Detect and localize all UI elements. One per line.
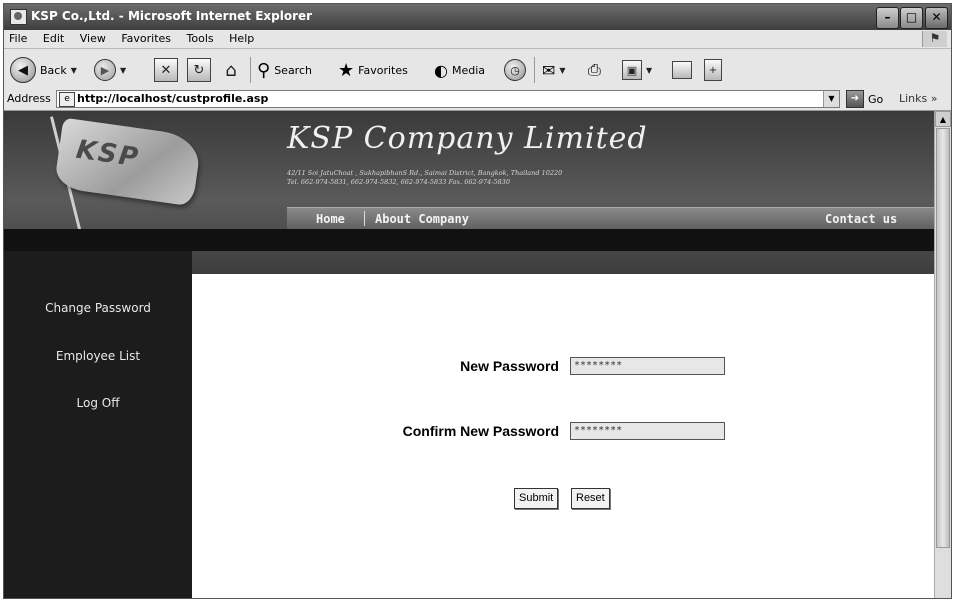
favorites-button[interactable]: ★ Favorites xyxy=(338,57,408,83)
star-icon: ★ xyxy=(338,59,355,81)
menu-help[interactable]: Help xyxy=(223,30,260,45)
back-label: Back xyxy=(40,63,67,77)
stop-button[interactable]: ✕ xyxy=(154,57,178,83)
mail-button[interactable]: ✉ ▼ xyxy=(542,57,566,83)
search-icon: ⚲ xyxy=(257,59,271,81)
confirm-password-field[interactable]: ******** xyxy=(570,422,725,440)
company-name: KSP Company Limited xyxy=(287,121,648,156)
vertical-scrollbar[interactable]: ▲ xyxy=(934,111,951,598)
links-button[interactable]: Links » xyxy=(899,92,937,105)
mail-icon: ✉ xyxy=(542,60,556,80)
nav-about-link[interactable]: About Company xyxy=(375,212,469,226)
back-arrow-icon: ◀ xyxy=(10,57,36,83)
company-logo: KSP xyxy=(44,116,204,242)
search-button[interactable]: ⚲ Search xyxy=(257,57,312,83)
minimize-button[interactable]: – xyxy=(876,7,899,29)
chevron-down-icon: ▼ xyxy=(559,65,566,75)
title-bar: KSP Co.,Ltd. - Microsoft Internet Explor… xyxy=(4,4,951,30)
address-label: Address xyxy=(7,92,51,105)
address-input[interactable]: e http://localhost/custprofile.asp ▼ xyxy=(56,90,840,108)
address-line: 42/11 Soi JatuChoat , SukhapibhanS Rd., … xyxy=(287,169,563,177)
new-password-label: New Password xyxy=(460,358,559,374)
nav-divider xyxy=(364,211,365,226)
header-divider-band xyxy=(4,229,934,251)
menu-bar: File Edit View Favorites Tools Help ⚑ xyxy=(4,30,951,48)
menu-favorites[interactable]: Favorites xyxy=(115,30,177,45)
browser-window: KSP Co.,Ltd. - Microsoft Internet Explor… xyxy=(3,3,952,599)
reset-button[interactable]: Reset xyxy=(571,488,610,509)
history-button[interactable]: ◷ xyxy=(504,57,526,83)
company-address: 42/11 Soi JatuChoat , SukhapibhanS Rd., … xyxy=(287,169,562,187)
sidebar-item-change-password[interactable]: Change Password xyxy=(4,301,192,315)
toolbar: ◀ Back ▼ ▶ ▼ ✕ ↻ ⌂ ⚲ Search ★ Favorites … xyxy=(4,48,951,90)
search-label: Search xyxy=(274,63,312,77)
submit-button[interactable]: Submit xyxy=(514,488,559,509)
scroll-thumb[interactable] xyxy=(936,128,950,548)
sidebar-item-log-off[interactable]: Log Off xyxy=(4,396,192,410)
address-bar: Address e http://localhost/custprofile.a… xyxy=(4,88,951,111)
close-button[interactable]: ✕ xyxy=(925,7,948,29)
edit-button[interactable]: ▣ ▼ xyxy=(622,57,652,83)
home-button[interactable]: ⌂ xyxy=(220,57,242,83)
confirm-password-label: Confirm New Password xyxy=(402,423,559,439)
page-icon: e xyxy=(59,92,75,107)
sidebar-item-employee-list[interactable]: Employee List xyxy=(4,349,192,363)
print-button[interactable]: ⎙ xyxy=(588,57,601,83)
address-url: http://localhost/custprofile.asp xyxy=(77,92,269,105)
media-icon: ◐ xyxy=(434,60,448,80)
forward-arrow-icon: ▶ xyxy=(94,59,116,81)
media-button[interactable]: ◐ Media xyxy=(434,57,485,83)
back-button[interactable]: ◀ Back ▼ xyxy=(10,57,77,83)
chevron-down-icon: ▼ xyxy=(646,65,653,75)
page-viewport: KSP KSP Company Limited 42/11 Soi JatuCh… xyxy=(4,111,934,598)
nav-contact-link[interactable]: Contact us xyxy=(825,212,897,226)
windows-logo-icon: ⚑ xyxy=(922,31,947,47)
refresh-button[interactable]: ↻ xyxy=(187,57,211,83)
discuss-button[interactable] xyxy=(672,57,692,83)
top-nav: Home About Company Contact us xyxy=(287,207,934,230)
go-label: Go xyxy=(868,92,884,106)
window-title: KSP Co.,Ltd. - Microsoft Internet Explor… xyxy=(31,9,313,23)
favorites-label: Favorites xyxy=(358,63,408,77)
new-password-field[interactable]: ******** xyxy=(570,357,725,375)
chevron-down-icon: ▼ xyxy=(70,65,77,75)
go-arrow-icon: ➜ xyxy=(846,90,864,108)
home-icon: ⌂ xyxy=(225,59,237,81)
menu-tools[interactable]: Tools xyxy=(181,30,220,45)
go-button[interactable]: ➜ Go xyxy=(846,90,883,108)
scroll-up-icon[interactable]: ▲ xyxy=(935,111,951,127)
toolbar-divider xyxy=(250,57,251,83)
history-icon: ◷ xyxy=(504,59,526,81)
forward-button[interactable]: ▶ ▼ xyxy=(94,57,126,83)
messenger-button[interactable]: + xyxy=(704,57,722,83)
chevron-down-icon[interactable]: ▼ xyxy=(823,91,839,107)
edit-icon: ▣ xyxy=(622,60,642,80)
menu-edit[interactable]: Edit xyxy=(37,30,70,45)
media-label: Media xyxy=(451,63,486,77)
stop-icon: ✕ xyxy=(154,58,178,82)
sidebar: Change Password Employee List Log Off xyxy=(4,251,192,598)
menu-file[interactable]: File xyxy=(4,30,33,45)
maximize-button[interactable]: □ xyxy=(900,7,923,29)
toolbar-divider xyxy=(534,57,535,83)
nav-home-link[interactable]: Home xyxy=(316,212,345,226)
refresh-icon: ↻ xyxy=(187,58,211,82)
discuss-icon xyxy=(672,61,692,79)
chevron-down-icon: ▼ xyxy=(120,65,127,75)
ie-app-icon xyxy=(10,9,27,25)
menu-view[interactable]: View xyxy=(74,30,112,45)
messenger-icon: + xyxy=(704,59,722,81)
phone-line: Tel. 662-974-5831, 662-974-5832, 662-974… xyxy=(287,178,510,186)
print-icon: ⎙ xyxy=(588,60,601,79)
